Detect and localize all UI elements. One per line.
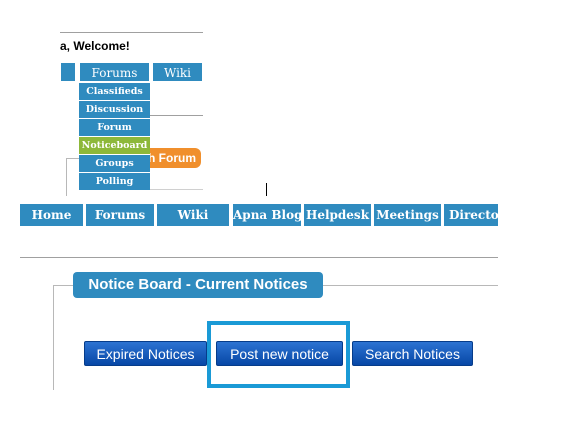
dropdown-item-noticeboard[interactable]: Noticeboard: [79, 137, 150, 155]
main-nav-meetings[interactable]: Meetings: [374, 204, 441, 226]
dropdown-item-forum[interactable]: Forum: [79, 119, 150, 137]
main-nav-home[interactable]: Home: [20, 204, 83, 226]
forum-section-tab: h Forum: [148, 148, 201, 168]
forums-dropdown-menu: Classifieds Discussion Forum Noticeboard…: [79, 83, 150, 205]
frame-inner-line: [150, 189, 203, 190]
main-nav-bar: Home Forums Wiki Apna Blog Helpdesk Meet…: [20, 204, 498, 226]
top-divider: [60, 32, 203, 33]
search-notices-button[interactable]: Search Notices: [352, 341, 473, 366]
top-nav-item-wiki[interactable]: Wiki: [152, 62, 203, 82]
frame-border-top: [66, 158, 80, 159]
notice-frame-top-left: [53, 285, 73, 286]
section-divider: [20, 257, 498, 258]
forum-section-tab-label: h Forum: [148, 151, 196, 165]
main-nav-wiki[interactable]: Wiki: [157, 204, 229, 226]
expired-notices-button[interactable]: Expired Notices: [84, 341, 207, 366]
dropdown-item-groups[interactable]: Groups: [79, 155, 150, 173]
dropdown-item-polling-booth[interactable]: Polling Booth: [79, 173, 150, 205]
main-nav-directory[interactable]: Directo: [444, 204, 498, 226]
dropdown-item-classifieds[interactable]: Classifieds: [79, 83, 150, 101]
focus-highlight-box: [207, 321, 350, 388]
main-nav-helpdesk[interactable]: Helpdesk: [304, 204, 371, 226]
main-nav-forums[interactable]: Forums: [86, 204, 154, 226]
notice-board-title: Notice Board - Current Notices: [73, 272, 323, 298]
dropdown-item-discussion[interactable]: Discussion: [79, 101, 150, 119]
top-nav-item-forums[interactable]: Forums: [79, 62, 150, 82]
top-nav-item-partial[interactable]: [60, 62, 76, 82]
mid-divider: [150, 115, 203, 116]
welcome-text: a, Welcome!: [60, 39, 130, 53]
text-cursor: [266, 183, 267, 196]
main-nav-apna-blog[interactable]: Apna Blog: [233, 204, 301, 226]
notice-frame-top-right: [323, 285, 498, 286]
frame-border-left: [66, 158, 67, 196]
notice-frame-left: [53, 285, 54, 390]
